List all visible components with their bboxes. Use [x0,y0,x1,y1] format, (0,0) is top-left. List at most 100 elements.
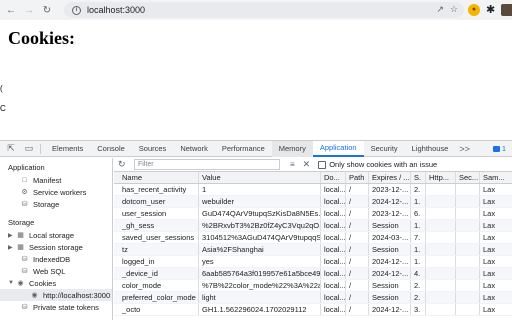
cell-value: GH1.1.562296024.1702029112 [199,304,321,315]
column-header-secure[interactable]: Sec... [456,172,480,183]
tab-console[interactable]: Console [90,141,132,157]
share-icon[interactable]: ↗ [436,4,444,15]
tab-performance[interactable]: Performance [215,141,272,157]
cell-samesite: Lax [483,233,496,242]
cell-name: _gh_sess [114,220,199,231]
cell-path: / [346,244,369,255]
table-row[interactable]: _gh_sess %2BRxvbT3%2Bz0fZ4yC3Vqu2qO... loc… [114,220,512,232]
extension-icon[interactable]: ● [468,3,480,16]
database-icon: ⛁ [21,268,28,275]
delete-selected-icon[interactable]: ✕ [303,159,311,170]
only-issues-label: Only show cookies with an issue [329,160,438,169]
cell-size: 2. [411,184,426,195]
cell-httponly [426,232,456,243]
cell-name: color_mode [114,280,199,291]
cell-secure [456,304,480,315]
sidebar-item-local-storage[interactable]: ▶ ▦ Local storage [0,229,112,241]
cell-size: 4. [411,268,426,279]
file-icon: □ [22,176,27,184]
table-row[interactable]: user_session GuD474QArV9tupqSzKisDa8N5Es.… [114,208,512,220]
table-row[interactable]: dotcom_user webuilder local.../2024-12-...… [114,196,512,208]
table-row[interactable]: logged_in yes local.../2024-12-... 1. Lax [114,256,512,268]
sidebar-item-manifest[interactable]: □ Manifest [0,174,112,186]
cell-secure [456,220,480,231]
sidebar-item-web-sql[interactable]: ⛁ Web SQL [0,265,112,277]
tab-memory[interactable]: Memory [271,140,313,157]
expand-arrow-icon[interactable]: ▶ [8,232,16,239]
cookies-filter-bar: ↻ Filter ≡ ✕ Only show cookies with an i… [114,158,512,172]
column-header-name[interactable]: Name [114,172,199,183]
sidebar-item-storage[interactable]: ⛁ Storage [0,198,112,210]
cell-samesite: Lax [483,197,496,206]
cell-expires: Session [369,220,411,231]
cell-domain: local... [321,256,346,267]
cell-samesite: Lax [483,209,496,218]
address-bar[interactable]: i localhost:3000 ↗ ☆ [64,2,464,18]
clear-all-icon[interactable]: ≡ [290,160,295,169]
cell-expires: Session [369,244,411,255]
info-icon[interactable]: i [72,5,81,15]
cell-httponly [426,304,456,315]
extensions-puzzle-icon[interactable]: ✱ [486,3,495,16]
profile-avatar[interactable] [501,3,512,16]
column-header-size[interactable]: S. [411,172,426,183]
cell-domain: local... [321,292,346,303]
column-header-expires[interactable]: Expires / ... [369,172,411,183]
cell-expires: 2023-12-... [369,208,411,219]
column-header-domain[interactable]: Do... [321,172,346,183]
sidebar-item-label: Session storage [29,242,83,252]
filter-input[interactable]: Filter [134,159,280,170]
table-row[interactable]: tz Asia%2FShanghai local... / Session 1. Lax [114,244,512,256]
cell-samesite: Lax [483,305,496,314]
device-toolbar-icon[interactable]: ▭ [22,142,36,156]
sidebar-heading-application: Application [8,163,45,172]
tab-application[interactable]: Application [312,140,364,157]
cell-size: 2. [411,280,426,291]
issues-counter[interactable]: 1 [492,144,506,153]
inspect-element-icon[interactable]: ⇱ [4,142,18,156]
sidebar-item-service-workers[interactable]: ⚙ Service workers [0,186,112,198]
more-tabs-icon[interactable]: >> [455,144,474,154]
column-header-value[interactable]: Value [199,172,321,183]
tab-lighthouse[interactable]: Lighthouse [405,141,456,157]
cell-secure [456,256,480,267]
tab-elements[interactable]: Elements [45,141,90,157]
sidebar-item-label: http://localhost:3000 [43,290,111,300]
tab-security[interactable]: Security [364,141,405,157]
sidebar-item-cookies[interactable]: ▼ ◉ Cookies [0,277,112,289]
cell-domain: local... [321,232,346,243]
cell-size: 1. [411,196,426,207]
table-row[interactable]: preferred_color_mode light local... / Sessio… [114,292,512,304]
cell-path: / [346,256,369,267]
table-row[interactable]: saved_user_sessions 3104512%3AGuD474QArV9… [114,232,512,244]
column-header-samesite[interactable]: Sam... [480,172,512,183]
reload-icon[interactable]: ↻ [40,3,54,17]
cell-name: preferred_color_mode [114,292,199,303]
cell-value: 1 [199,184,321,195]
bookmark-star-icon[interactable]: ☆ [450,4,458,15]
cell-value: Asia%2FShanghai [199,244,321,255]
sidebar-item-indexeddb[interactable]: ⛁ IndexedDB [0,253,112,265]
collapse-arrow-icon[interactable]: ▼ [8,280,16,286]
cell-samesite: Lax [483,185,496,194]
cell-path: / [346,220,369,231]
tab-sources[interactable]: Sources [132,141,174,157]
column-header-path[interactable]: Path [346,172,369,183]
table-row[interactable]: _octo GH1.1.562296024.1702029112 local... /… [114,304,512,316]
table-row[interactable]: _device_id 6aab585764a3f019957e61a5bce49.… [114,268,512,280]
tab-network[interactable]: Network [173,141,215,157]
refresh-icon[interactable]: ↻ [118,159,130,170]
sidebar-item-private-state-tokens[interactable]: ⛁ Private state tokens [0,301,112,313]
back-arrow-icon[interactable]: ← [4,3,18,17]
forward-arrow-icon[interactable]: → [22,3,36,17]
cell-path: / [346,208,369,219]
column-header-httponly[interactable]: Http... [426,172,456,183]
only-issues-checkbox[interactable] [318,160,327,169]
table-row[interactable]: has_recent_activity 1 local.../2023-12-...… [114,184,512,196]
expand-arrow-icon[interactable]: ▶ [8,244,16,251]
sidebar-item-session-storage[interactable]: ▶ ▦ Session storage [0,241,112,253]
cell-httponly [426,268,456,279]
cell-secure [456,268,480,279]
table-row[interactable]: color_mode %7B%22color_mode%22%3A%22a... l… [114,280,512,292]
sidebar-item-cookie-origin[interactable]: ◉ http://localhost:3000 [0,289,112,301]
